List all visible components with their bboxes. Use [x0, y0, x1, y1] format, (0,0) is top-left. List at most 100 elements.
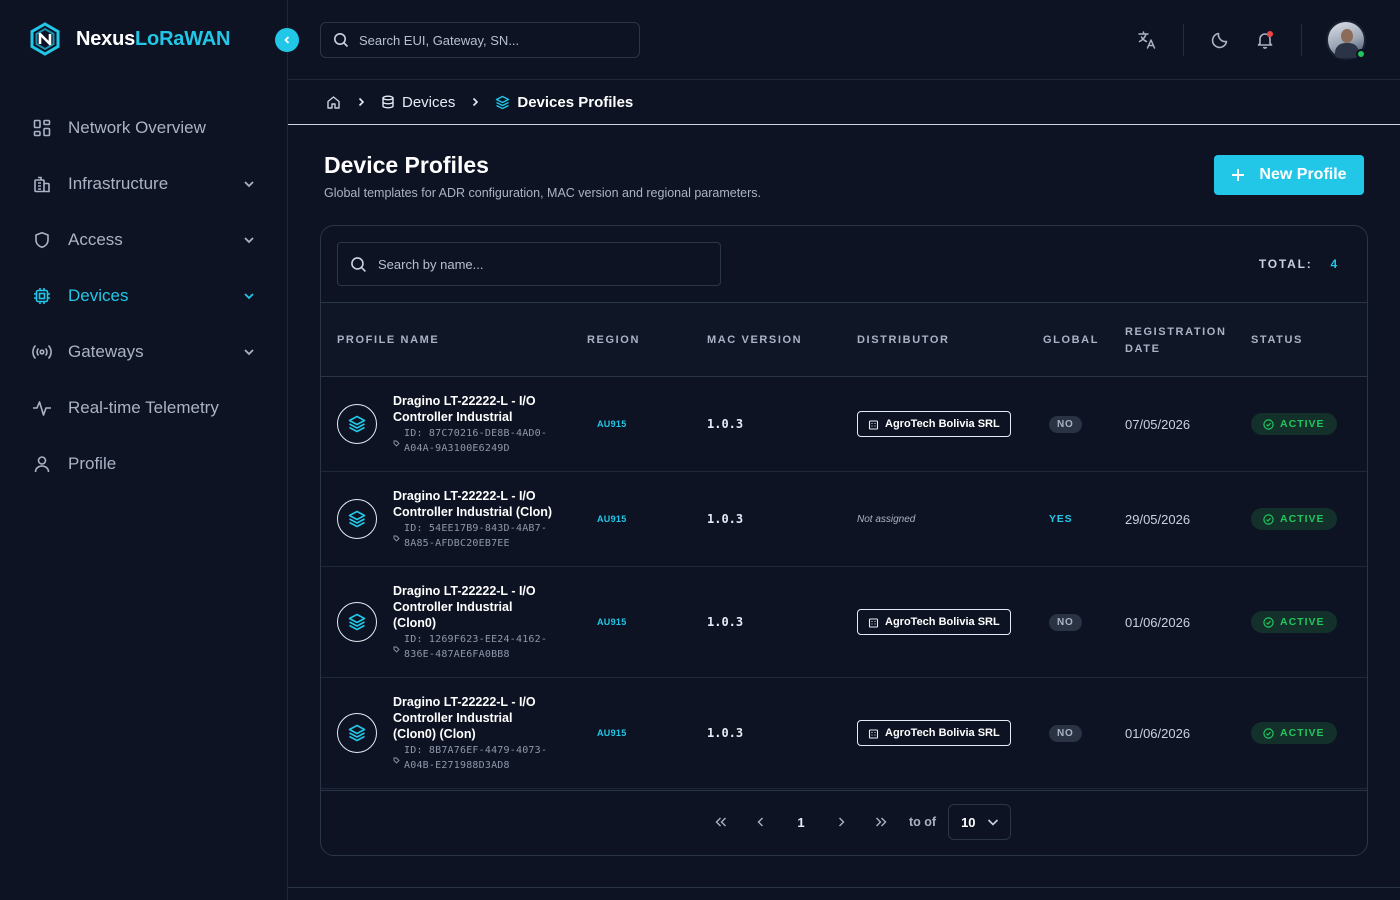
distributor-cell: AgroTech Bolivia SRL [857, 678, 1011, 788]
registration-date: 01/06/2026 [1125, 725, 1191, 741]
total-label: TOTAL: [1258, 257, 1313, 271]
topbar-actions [1137, 0, 1400, 80]
tag-icon [393, 521, 400, 551]
page-title: Device Profiles [324, 152, 489, 178]
prev-page-button[interactable] [741, 804, 781, 840]
date-cell: 01/06/2026 [1125, 567, 1190, 677]
profile-name[interactable]: Dragino LT-22222-L - I/O Controller Indu… [393, 488, 553, 520]
profile-id-text: ID: 8B7A76EF-4479-4073-A04B-E271988D3AD8 [404, 744, 548, 771]
profile-cell: Dragino LT-22222-L - I/O Controller Indu… [337, 472, 553, 566]
total-count: TOTAL: 4 [1259, 257, 1339, 271]
page-size-select[interactable]: 10 [948, 804, 1012, 840]
distributor-chip[interactable]: AgroTech Bolivia SRL [857, 720, 1011, 746]
shield-icon [32, 230, 52, 250]
column-header-name[interactable]: PROFILE NAME [337, 303, 439, 378]
profile-name[interactable]: Dragino LT-22222-L - I/O Controller Indu… [393, 694, 553, 742]
status-badge: ACTIVE [1251, 413, 1337, 435]
profile-id-text: ID: 87C70216-DE8B-4AD0-A04A-9A3100E6249D [404, 427, 548, 454]
last-page-button[interactable] [861, 804, 901, 840]
profile-id-text: ID: 1269F623-EE24-4162-836E-487AE6FA0BB8 [404, 633, 548, 660]
user-icon [32, 454, 52, 474]
sidebar-item-access[interactable]: Access [0, 212, 288, 268]
profile-name[interactable]: Dragino LT-22222-L - I/O Controller Indu… [393, 393, 553, 425]
distributor-chip[interactable]: AgroTech Bolivia SRL [857, 411, 1011, 437]
profile-id: ID: 1269F623-EE24-4162-836E-487AE6FA0BB8 [393, 632, 553, 662]
column-header-distributor[interactable]: DISTRIBUTOR [857, 303, 950, 378]
global-search-input[interactable] [359, 32, 619, 48]
mac-version: 1.0.3 [707, 615, 744, 629]
brand-logo[interactable]: NexusLoRaWAN [28, 22, 230, 56]
table-search-input[interactable] [378, 256, 698, 272]
total-value: 4 [1330, 257, 1339, 271]
table-row[interactable]: Dragino LT-22222-L - I/O Controller Indu… [321, 678, 1367, 789]
global-badge: NO [1049, 613, 1082, 631]
home-icon [327, 95, 340, 109]
building-icon [868, 728, 879, 739]
distributor-name: AgroTech Bolivia SRL [885, 727, 1000, 739]
column-header-status[interactable]: STATUS [1251, 303, 1303, 378]
profile-id: ID: 54EE17B9-843D-4AB7-8A85-AFDBC20EB7EE [393, 521, 553, 551]
database-icon [382, 95, 394, 109]
sidebar-collapse-button[interactable] [275, 28, 299, 52]
table-search[interactable] [337, 242, 721, 286]
sidebar-item-label: Infrastructure [68, 174, 169, 193]
sidebar-item-gateways[interactable]: Gateways [0, 324, 288, 380]
next-page-button[interactable] [821, 804, 861, 840]
region-badge: AU915 [597, 514, 627, 524]
profile-name[interactable]: Dragino LT-22222-L - I/O Controller Indu… [393, 583, 553, 631]
sidebar-item-profile[interactable]: Profile [0, 436, 288, 492]
chevron-down-icon [244, 181, 254, 188]
chevron-down-icon [988, 819, 999, 826]
avatar-head [1341, 29, 1353, 43]
global-search[interactable] [320, 22, 640, 58]
table-header: PROFILE NAME REGION MAC VERSION DISTRIBU… [321, 302, 1367, 378]
translate-icon[interactable] [1137, 30, 1157, 50]
region-badge: AU915 [597, 419, 627, 429]
sidebar-item-telemetry[interactable]: Real-time Telemetry [0, 380, 288, 436]
chevrons-right-icon [876, 817, 887, 827]
avatar[interactable] [1326, 20, 1366, 60]
breadcrumb-home[interactable] [326, 95, 341, 110]
moon-icon[interactable] [1210, 30, 1230, 50]
region-cell: AU915 [597, 567, 627, 677]
table-row[interactable]: Dragino LT-22222-L - I/O Controller Indu… [321, 377, 1367, 472]
distributor-chip[interactable]: AgroTech Bolivia SRL [857, 609, 1011, 635]
status-text: ACTIVE [1280, 616, 1325, 628]
check-circle-icon [1263, 727, 1274, 739]
profile-cell: Dragino LT-22222-L - I/O Controller Indu… [337, 678, 553, 788]
pagination: 1 to of 10 [701, 804, 1012, 840]
column-header-registration-date[interactable]: REGISTRATION DATE [1125, 303, 1227, 378]
bell-icon[interactable] [1255, 30, 1275, 50]
profile-id-text: ID: 54EE17B9-843D-4AB7-8A85-AFDBC20EB7EE [404, 522, 548, 549]
breadcrumb-label: Devices Profiles [517, 93, 634, 111]
profile-id: ID: 87C70216-DE8B-4AD0-A04A-9A3100E6249D [393, 426, 553, 456]
breadcrumb-devices[interactable]: Devices [381, 94, 455, 111]
check-circle-icon [1263, 418, 1274, 430]
status-cell: ACTIVE [1251, 678, 1337, 788]
layers-icon [337, 404, 377, 444]
status-text: ACTIVE [1280, 513, 1325, 525]
plus-icon [1232, 169, 1245, 181]
sidebar-item-devices[interactable]: Devices [0, 268, 288, 324]
sidebar-item-network-overview[interactable]: Network Overview [0, 100, 288, 156]
current-page[interactable]: 1 [781, 804, 821, 840]
column-header-global[interactable]: GLOBAL [1043, 303, 1099, 378]
status-text: ACTIVE [1280, 727, 1325, 739]
column-header-mac[interactable]: MAC VERSION [707, 303, 802, 378]
table-row[interactable]: Dragino LT-22222-L - I/O Controller Indu… [321, 472, 1367, 567]
chevron-right-icon [355, 96, 367, 108]
distributor-cell: AgroTech Bolivia SRL [857, 567, 1011, 677]
notification-dot [1267, 31, 1273, 37]
sidebar-item-infrastructure[interactable]: Infrastructure [0, 156, 288, 212]
grid-icon [32, 118, 52, 138]
table-row[interactable]: Dragino LT-22222-L - I/O Controller Indu… [321, 567, 1367, 678]
first-page-button[interactable] [701, 804, 741, 840]
chevron-down-icon [244, 349, 254, 356]
logo-icon [30, 22, 60, 56]
status-cell: ACTIVE [1251, 472, 1337, 566]
new-profile-button[interactable]: New Profile [1214, 155, 1364, 195]
breadcrumb-label: Devices [402, 93, 456, 111]
check-circle-icon [1263, 513, 1274, 525]
column-header-region[interactable]: REGION [587, 303, 640, 378]
distributor-unassigned: Not assigned [857, 513, 916, 525]
